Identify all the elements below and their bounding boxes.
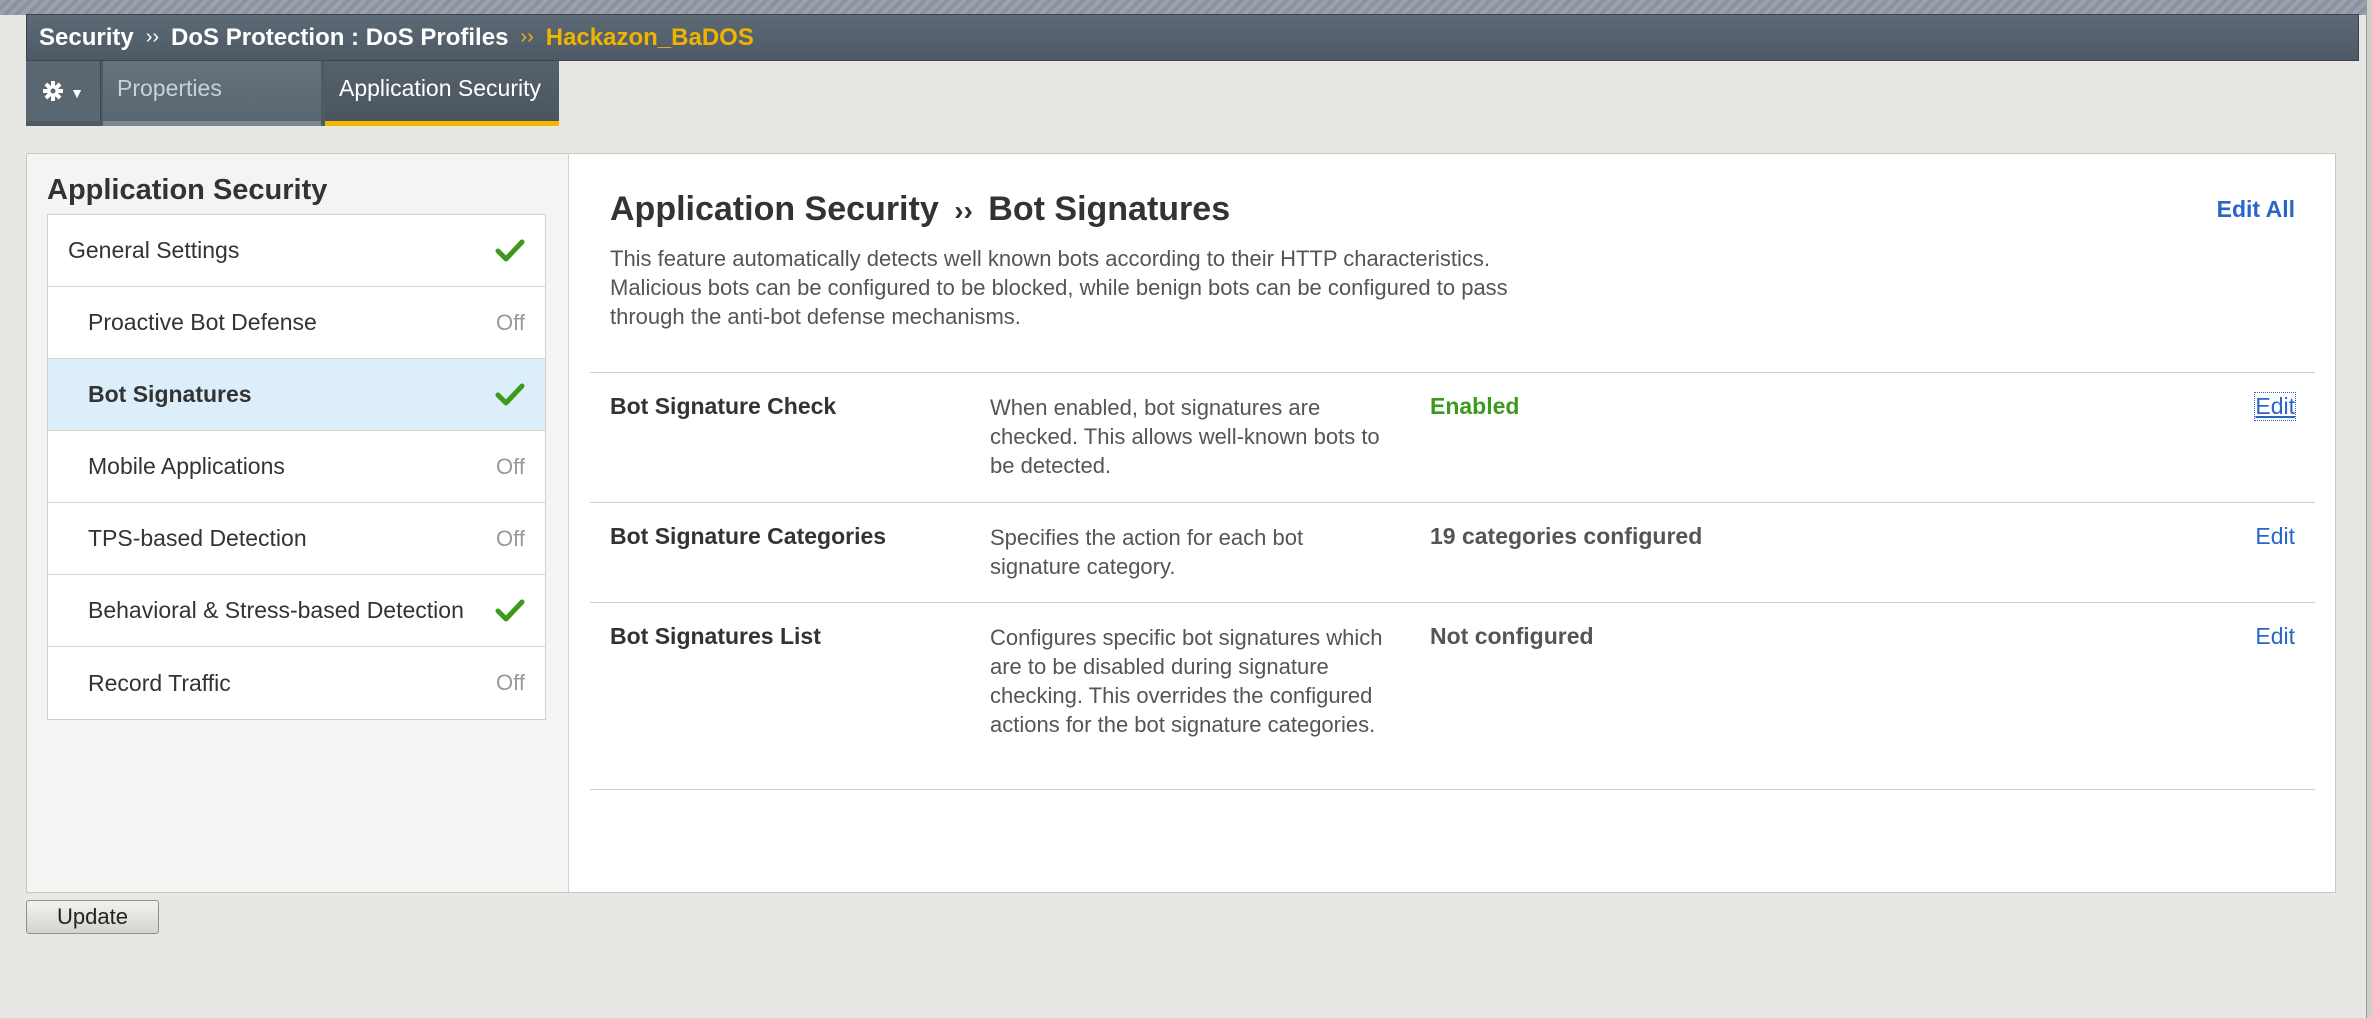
sidebar-item-label: Bot Signatures bbox=[88, 381, 252, 407]
checkmark-icon bbox=[495, 239, 525, 261]
sidebar-item-label: Behavioral & Stress-based Detection bbox=[88, 597, 464, 623]
sidebar-item-label: Proactive Bot Defense bbox=[88, 309, 317, 335]
status-off: Off bbox=[496, 453, 525, 479]
page-title-separator: ›› bbox=[954, 195, 973, 226]
status-off: Off bbox=[496, 670, 525, 695]
breadcrumb-item-security[interactable]: Security bbox=[39, 24, 134, 52]
checkmark-icon bbox=[495, 383, 525, 405]
breadcrumb-separator: ›› bbox=[520, 26, 534, 48]
window-top-strip bbox=[0, 0, 2372, 15]
sidebar-item-label: TPS-based Detection bbox=[88, 525, 307, 551]
sidebar-item-bot-signatures[interactable]: Bot Signatures bbox=[48, 359, 545, 431]
table-row: Bot Signature Check When enabled, bot si… bbox=[590, 372, 2315, 502]
table-row: Bot Signatures List Configures specific … bbox=[590, 602, 2315, 790]
row-description: Configures specific bot signatures which… bbox=[990, 625, 1383, 737]
edit-link[interactable]: Edit bbox=[2255, 523, 2295, 550]
breadcrumb-item-dos-profiles[interactable]: DoS Protection : DoS Profiles bbox=[171, 24, 508, 52]
sidebar-item-mobile-applications[interactable]: Mobile Applications Off bbox=[48, 431, 545, 503]
sidebar-item-behavioral-stress-detection[interactable]: Behavioral & Stress-based Detection bbox=[48, 575, 545, 647]
status-off: Off bbox=[496, 309, 525, 335]
page-title-child: Bot Signatures bbox=[988, 190, 1231, 228]
tab-application-security[interactable]: Application Security bbox=[325, 61, 559, 126]
page-title: Application Security ›› Bot Signatures bbox=[610, 190, 1230, 229]
checkmark-icon bbox=[495, 599, 525, 621]
sidebar-item-general-settings[interactable]: General Settings bbox=[48, 215, 545, 287]
sidebar-item-label: Record Traffic bbox=[88, 669, 231, 696]
sidebar-item-label: General Settings bbox=[68, 237, 240, 263]
settings-table: Bot Signature Check When enabled, bot si… bbox=[590, 372, 2315, 790]
sidebar-nav-list: General Settings Proactive Bot Defense O… bbox=[47, 214, 546, 720]
sidebar: Application Security General Settings Pr… bbox=[27, 154, 569, 892]
tab-properties[interactable]: Properties bbox=[103, 61, 321, 126]
tab-bar: ▼ Properties Application Security bbox=[26, 61, 559, 126]
sidebar-item-proactive-bot-defense[interactable]: Proactive Bot Defense Off bbox=[48, 287, 545, 359]
sidebar-item-record-traffic[interactable]: Record Traffic Off bbox=[48, 647, 545, 719]
gear-icon bbox=[43, 81, 64, 101]
sidebar-item-label: Mobile Applications bbox=[88, 453, 285, 479]
page-title-parent: Application Security bbox=[610, 190, 939, 228]
row-description: Specifies the action for each bot signat… bbox=[990, 525, 1304, 579]
row-value: Not configured bbox=[1430, 623, 1594, 649]
update-button[interactable]: Update bbox=[26, 900, 159, 934]
gear-menu-button[interactable]: ▼ bbox=[26, 61, 101, 121]
edit-link[interactable]: Edit bbox=[2254, 392, 2296, 421]
row-name: Bot Signature Check bbox=[610, 393, 837, 419]
edit-all-link[interactable]: Edit All bbox=[2217, 196, 2295, 223]
row-name: Bot Signature Categories bbox=[610, 523, 887, 549]
edit-link[interactable]: Edit bbox=[2255, 623, 2295, 650]
main-panel: Application Security General Settings Pr… bbox=[26, 153, 2336, 893]
row-name: Bot Signatures List bbox=[610, 623, 821, 649]
page-description: This feature automatically detects well … bbox=[610, 246, 1508, 329]
breadcrumb-current: Hackazon_BaDOS bbox=[545, 23, 754, 51]
sidebar-title: Application Security bbox=[47, 174, 328, 206]
window-scrollbar[interactable] bbox=[2366, 0, 2372, 1018]
status-off: Off bbox=[496, 525, 525, 551]
breadcrumb-separator: ›› bbox=[145, 26, 160, 48]
content-area: Application Security ›› Bot Signatures E… bbox=[570, 154, 2335, 892]
sidebar-item-tps-based-detection[interactable]: TPS-based Detection Off bbox=[48, 503, 545, 575]
breadcrumb: Security ›› DoS Protection : DoS Profile… bbox=[26, 14, 2359, 61]
row-value: Enabled bbox=[1430, 393, 1520, 419]
row-description: When enabled, bot signatures are checked… bbox=[990, 395, 1380, 478]
table-row: Bot Signature Categories Specifies the a… bbox=[590, 502, 2315, 602]
chevron-down-icon: ▼ bbox=[70, 85, 84, 101]
row-value: 19 categories configured bbox=[1430, 523, 1703, 549]
